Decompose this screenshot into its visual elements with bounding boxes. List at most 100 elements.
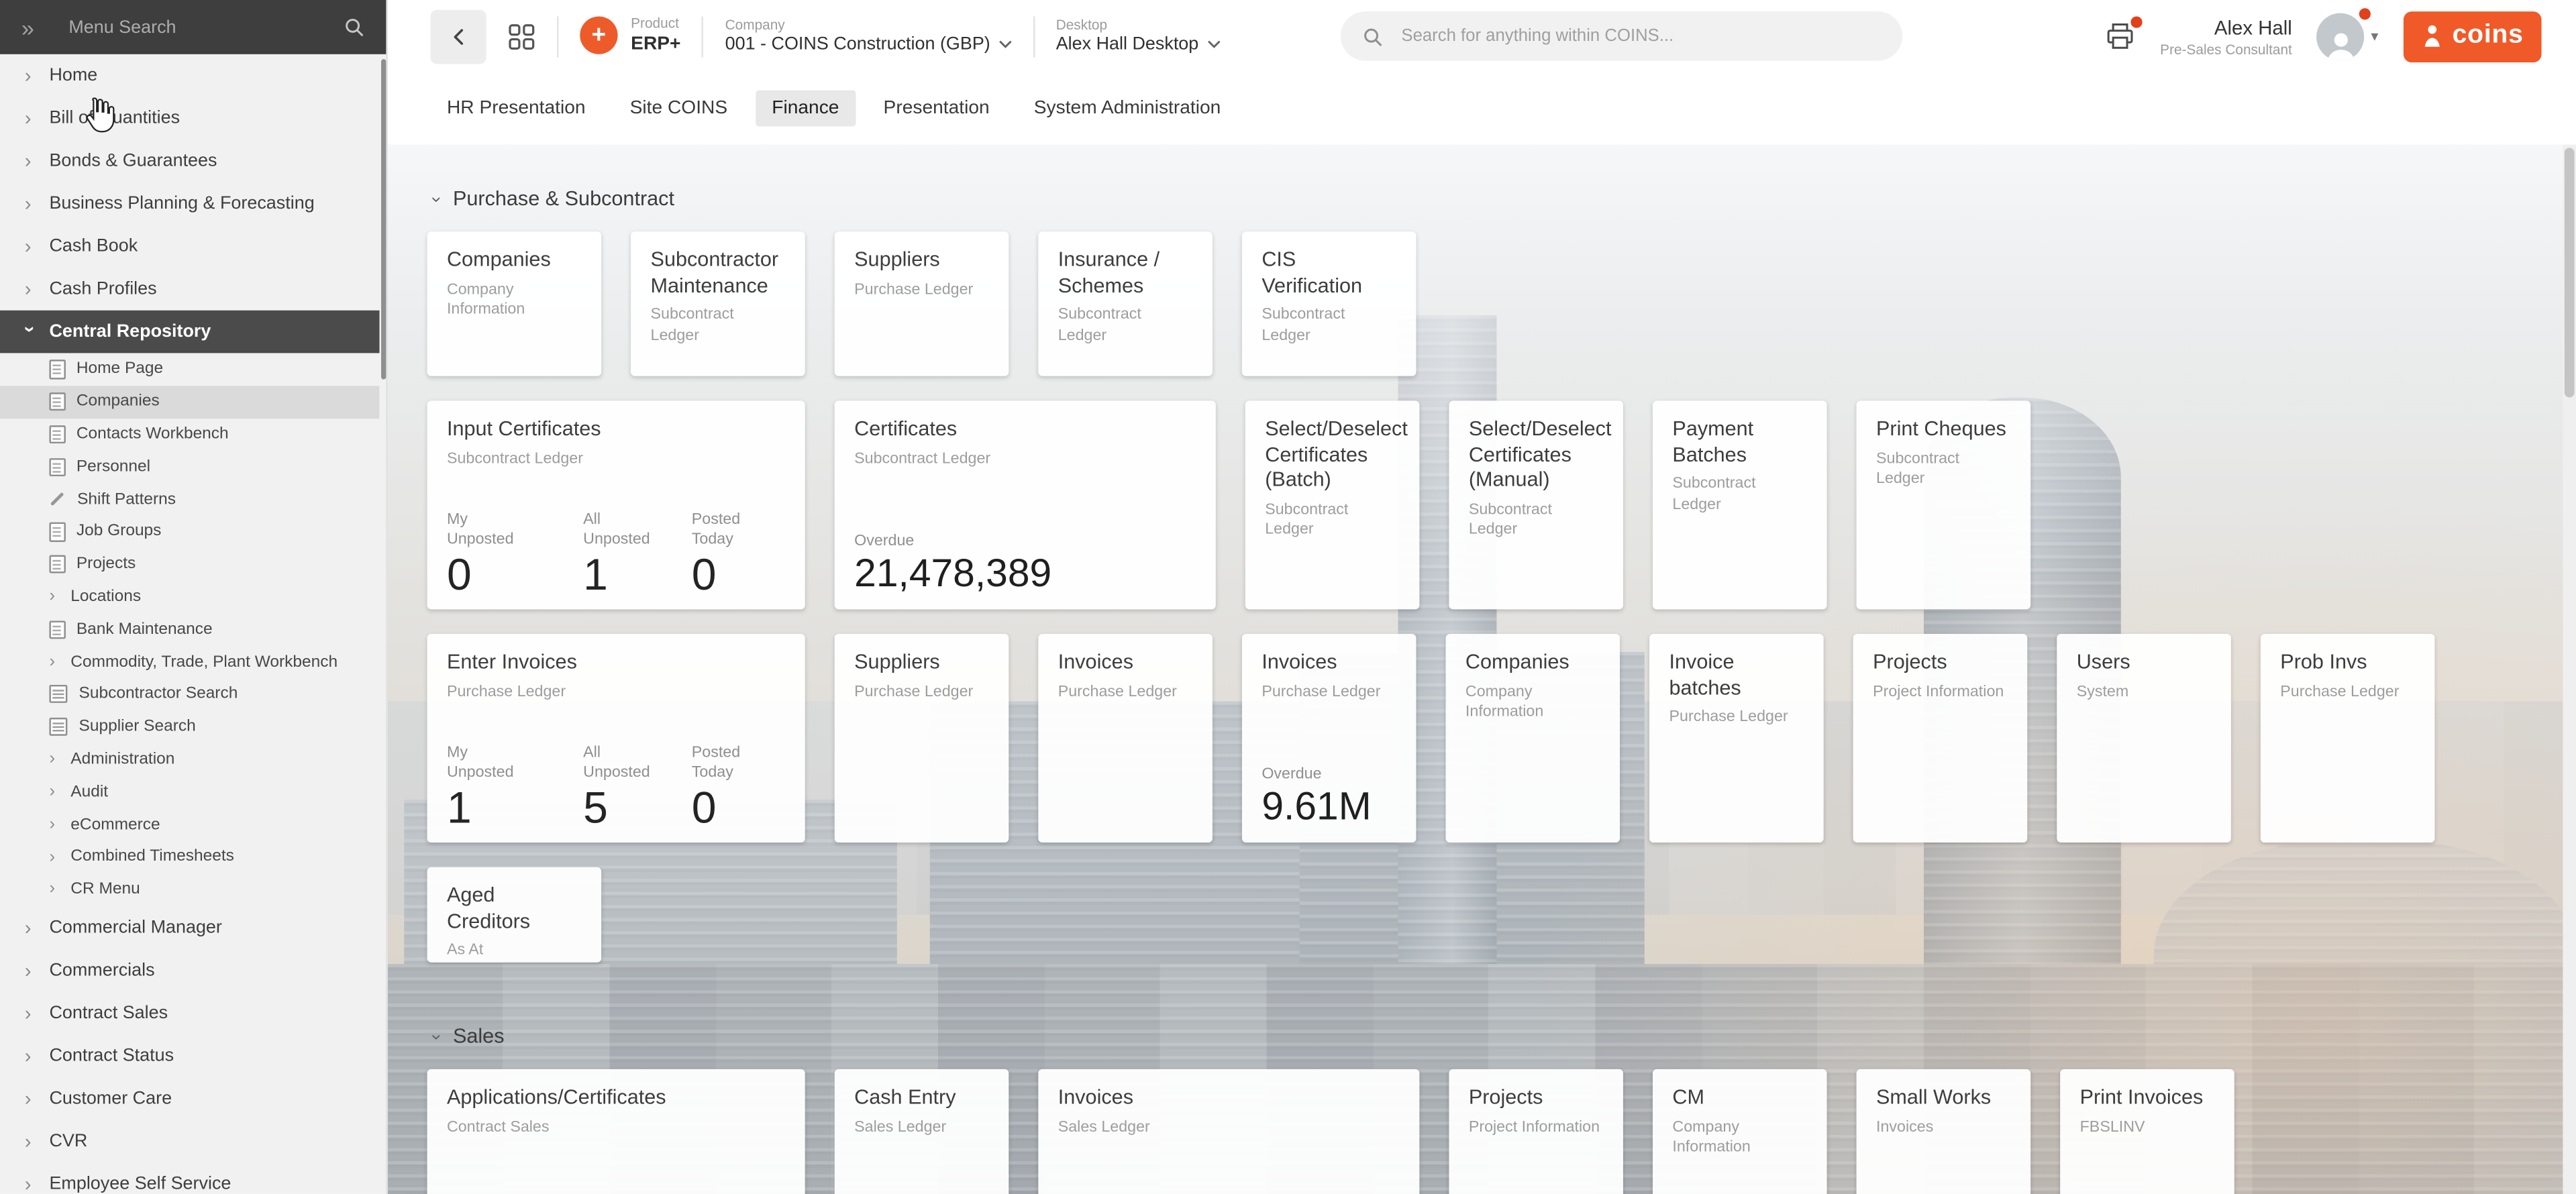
apps-grid-icon[interactable] (508, 22, 536, 50)
card-enter-invoices[interactable]: Enter Invoices Purchase Ledger My Unpost… (427, 634, 805, 843)
card-input-certificates[interactable]: Input Certificates Subcontract Ledger My… (427, 400, 805, 609)
card-projects[interactable]: ProjectsProject Information (1449, 1069, 1623, 1194)
card-companies[interactable]: CompaniesCompany Information (427, 231, 602, 376)
card-select-deselect-certificates-manual[interactable]: Select/Deselect Certificates (Manual)Sub… (1449, 400, 1623, 609)
sidebar-item-cash-profiles[interactable]: ›Cash Profiles (0, 268, 380, 311)
sidebar-item-cvr[interactable]: ›CVR (0, 1120, 380, 1162)
sidebar-item-administration[interactable]: ›Administration (0, 743, 380, 775)
sidebar-scrollbar[interactable] (380, 54, 387, 1194)
card-cash-entry[interactable]: Cash EntrySales Ledger (835, 1069, 1009, 1194)
sidebar-item-combined-timesheets[interactable]: ›Combined Timesheets (0, 840, 380, 873)
section-header-purchase-subcontract[interactable]: › Purchase & Subcontract (432, 187, 2576, 210)
sidebar-item-home-page[interactable]: Home Page (0, 353, 380, 385)
user-menu[interactable]: ▾ (2317, 12, 2379, 60)
card-title: Select/Deselect Certificates (Batch) (1265, 417, 1400, 494)
document-icon (49, 555, 64, 574)
sidebar-item-job-groups[interactable]: Job Groups (0, 516, 380, 548)
sidebar-item-contacts-workbench[interactable]: Contacts Workbench (0, 418, 380, 450)
card-invoices[interactable]: InvoicesPurchase Ledger (1038, 634, 1213, 843)
tab-system-administration[interactable]: System Administration (1017, 91, 1237, 127)
card-cm[interactable]: CMCompany Information (1653, 1069, 1827, 1194)
sidebar-item-commercials[interactable]: ›Commercials (0, 948, 380, 991)
menu-search-placeholder[interactable]: Menu Search (68, 17, 343, 37)
sidebar-item-companies[interactable]: Companies (0, 386, 380, 418)
card-users[interactable]: UsersSystem (2057, 634, 2231, 843)
document-icon (49, 457, 64, 476)
avatar[interactable] (2317, 12, 2365, 60)
sidebar-item-cr-menu[interactable]: ›CR Menu (0, 873, 380, 906)
sidebar-item-commercial-manager[interactable]: ›Commercial Manager (0, 906, 380, 948)
section-header-sales[interactable]: › Sales (432, 1025, 2576, 1048)
card-invoice-batches[interactable]: Invoice batchesPurchase Ledger (1649, 634, 1824, 843)
sidebar-item-projects[interactable]: Projects (0, 548, 380, 580)
desktop-tabs: HR Presentation Site COINS Finance Prese… (388, 72, 2576, 145)
sidebar-item-commodity-trade-plant-workbench[interactable]: ›Commodity, Trade, Plant Workbench (0, 646, 380, 678)
sidebar-item-home[interactable]: ›Home (0, 54, 380, 97)
card-select-deselect-certificates-batch[interactable]: Select/Deselect Certificates (Batch)Subc… (1245, 400, 1420, 609)
sidebar-item-ecommerce[interactable]: ›eCommerce (0, 808, 380, 840)
main-scrollbar-thumb[interactable] (2565, 148, 2575, 397)
sidebar-item-central-repository[interactable]: ›Central Repository (0, 311, 380, 354)
sidebar-item-employee-self-service[interactable]: ›Employee Self Service (0, 1162, 380, 1194)
metric-value: 21,478,389 (854, 555, 1051, 595)
print-button[interactable] (2104, 21, 2136, 51)
sidebar-item-personnel[interactable]: Personnel (0, 451, 380, 483)
sidebar-item-audit[interactable]: ›Audit (0, 775, 380, 808)
sidebar-item-cash-book[interactable]: ›Cash Book (0, 225, 380, 268)
card-print-cheques[interactable]: Print ChequesSubcontract Ledger (1857, 400, 2031, 609)
card-cis-verification[interactable]: CIS VerificationSubcontract Ledger (1242, 231, 1416, 376)
card-prob-invs[interactable]: Prob InvsPurchase Ledger (2261, 634, 2435, 843)
sidebar-item-bank-maintenance[interactable]: Bank Maintenance (0, 613, 380, 645)
chevron-right-icon: › (25, 279, 36, 298)
tab-hr-presentation[interactable]: HR Presentation (430, 91, 602, 127)
chevron-right-icon: › (25, 1003, 36, 1022)
chevron-down-icon: › (426, 1033, 444, 1039)
card-invoices-overdue[interactable]: Invoices Purchase Ledger Overdue9.61M (1242, 634, 1416, 843)
stat-label: Posted Today (692, 745, 774, 783)
sidebar-item-contract-sales[interactable]: ›Contract Sales (0, 991, 380, 1034)
sidebar-item-customer-care[interactable]: ›Customer Care (0, 1077, 380, 1120)
sidebar-item-contract-status[interactable]: ›Contract Status (0, 1034, 380, 1077)
card-insurance-schemes[interactable]: Insurance / SchemesSubcontract Ledger (1038, 231, 1213, 376)
sidebar-item-shift-patterns[interactable]: Shift Patterns (0, 483, 380, 515)
sidebar-item-business-planning-forecasting[interactable]: ›Business Planning & Forecasting (0, 182, 380, 225)
card-small-works[interactable]: Small WorksInvoices (1857, 1069, 2031, 1194)
chevron-down-icon (998, 40, 1012, 50)
global-search-input[interactable] (1398, 25, 1882, 48)
collapse-sidebar-icon[interactable]: » (21, 15, 33, 38)
card-invoices-sales[interactable]: Invoices Sales Ledger Overdue (1038, 1069, 1419, 1194)
tab-presentation[interactable]: Presentation (867, 91, 1006, 127)
global-search[interactable] (1341, 11, 1902, 60)
card-row: Aged CreditorsAs At (427, 867, 2576, 963)
card-suppliers[interactable]: SuppliersPurchase Ledger (835, 231, 1009, 376)
desktop-value: Alex Hall Desktop (1056, 35, 1199, 55)
tab-finance[interactable]: Finance (756, 91, 856, 127)
main-scrollbar[interactable] (2563, 144, 2576, 1193)
chevron-right-icon: › (49, 816, 59, 833)
card-suppliers[interactable]: SuppliersPurchase Ledger (835, 634, 1009, 843)
desktop-selector[interactable]: DesktopAlex Hall Desktop (1056, 17, 1220, 54)
card-applications-certificates[interactable]: Applications/Certificates Contract Sales… (427, 1069, 805, 1194)
company-selector[interactable]: Company001 - COINS Construction (GBP) (725, 17, 1012, 54)
card-subcontractor-maintenance[interactable]: Subcontractor MaintenanceSubcontract Led… (631, 231, 805, 376)
card-projects[interactable]: ProjectsProject Information (1853, 634, 2028, 843)
card-print-invoices[interactable]: Print InvoicesFBSLINV (2060, 1069, 2234, 1194)
card-certificates[interactable]: Certificates Subcontract Ledger Overdue2… (835, 400, 1216, 609)
card-companies[interactable]: CompaniesCompany Information (1446, 634, 1620, 843)
sidebar-item-bill-of-quantities[interactable]: ›Bill of Quantities (0, 97, 380, 140)
sidebar-item-bonds-guarantees[interactable]: ›Bonds & Guarantees (0, 140, 380, 182)
sidebar-item-locations[interactable]: ›Locations (0, 581, 380, 613)
menu-search-bar[interactable]: » Menu Search (0, 0, 386, 54)
back-button[interactable] (430, 9, 486, 63)
card-title: Companies (447, 248, 582, 274)
sidebar-item-subcontractor-search[interactable]: Subcontractor Search (0, 678, 380, 710)
coins-logo[interactable]: coins (2403, 11, 2541, 62)
card-payment-batches[interactable]: Payment BatchesSubcontract Ledger (1653, 400, 1827, 609)
sidebar-scrollbar-thumb[interactable] (380, 59, 385, 379)
product-selector[interactable]: + ProductERP+ (580, 17, 680, 56)
sidebar-item-label: Subcontractor Search (79, 686, 238, 704)
tab-site-coins[interactable]: Site COINS (613, 91, 743, 127)
sidebar-item-supplier-search[interactable]: Supplier Search (0, 711, 380, 743)
card-aged-creditors[interactable]: Aged CreditorsAs At (427, 867, 602, 963)
stat-label: All Unposted (583, 745, 665, 783)
